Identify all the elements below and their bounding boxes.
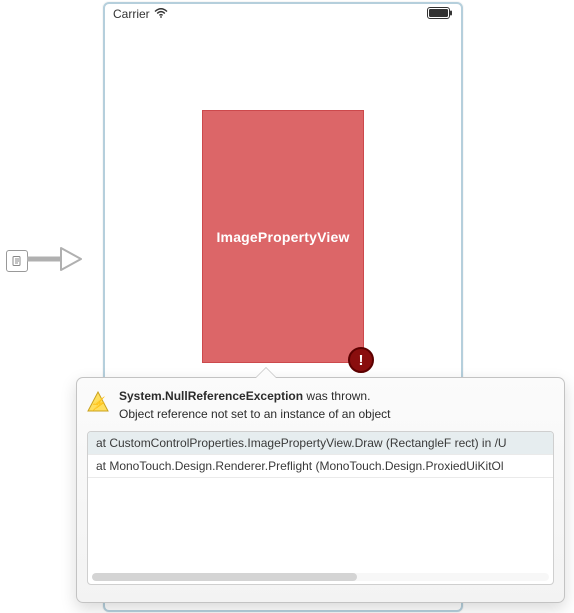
error-badge[interactable]: ! [348,347,374,373]
status-left: Carrier [113,7,168,21]
exception-thrown-text: was thrown. [303,389,370,403]
popover-text: System.NullReferenceException was thrown… [119,388,391,421]
warning-icon: ⚡ [87,391,109,413]
popover-header: ⚡ System.NullReferenceException was thro… [77,378,564,429]
exception-name: System.NullReferenceException [119,389,303,403]
document-icon [11,255,23,267]
carrier-label: Carrier [113,7,150,21]
stack-trace-list[interactable]: at CustomControlProperties.ImageProperty… [87,431,554,585]
popover-title: System.NullReferenceException was thrown… [119,388,391,405]
image-property-view[interactable]: ImagePropertyView [202,110,364,363]
drag-anchor-control[interactable] [6,244,90,278]
popover-pointer [256,368,276,378]
stack-trace-row[interactable]: at CustomControlProperties.ImageProperty… [88,432,553,455]
status-bar: Carrier [105,4,461,24]
exception-popover: ⚡ System.NullReferenceException was thro… [76,377,565,603]
exception-message: Object reference not set to an instance … [119,407,391,421]
horizontal-scrollbar[interactable] [92,573,549,581]
drag-anchor-box[interactable] [6,250,28,272]
battery-icon [427,7,453,22]
view-label: ImagePropertyView [216,229,349,245]
drag-anchor-arrow-icon [27,242,83,281]
error-badge-mark: ! [359,352,364,369]
stack-trace-row[interactable]: at MonoTouch.Design.Renderer.Preflight (… [88,455,553,478]
svg-text:⚡: ⚡ [90,396,107,412]
scrollbar-thumb[interactable] [92,573,357,581]
wifi-icon [154,7,168,21]
